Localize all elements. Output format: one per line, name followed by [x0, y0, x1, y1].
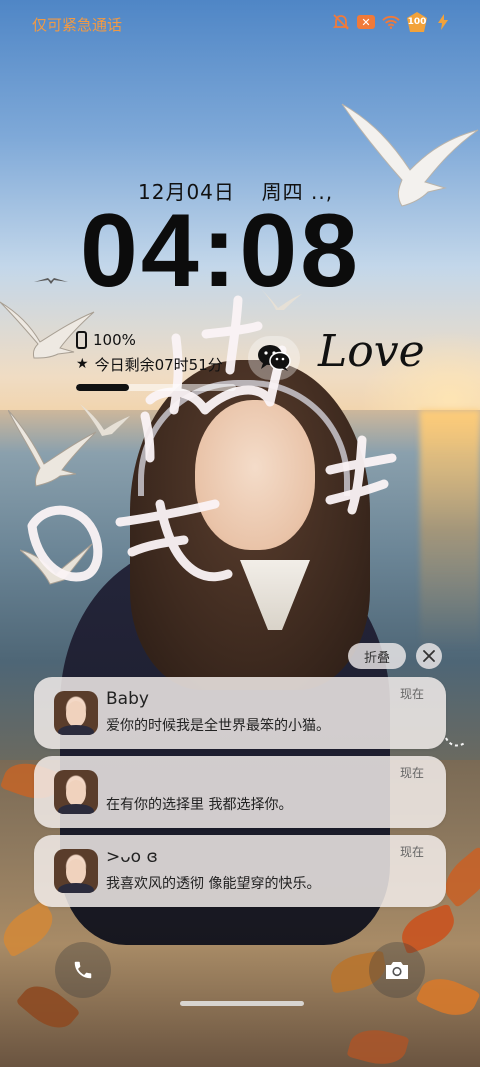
camera-shortcut-button[interactable]: [369, 942, 425, 998]
notification-message: 我喜欢风的透彻 像能望穿的快乐。: [106, 876, 321, 892]
remaining-progress-fill: [76, 384, 129, 391]
phone-icon: [74, 961, 92, 979]
contact-avatar: [54, 849, 98, 893]
battery-icon: 100: [407, 12, 427, 32]
notification-app-badge: [248, 336, 300, 380]
notification-time: 现在: [399, 687, 424, 701]
notification-message: 爱你的时候我是全世界最笨的小猫。: [106, 718, 330, 734]
clear-notifications-button[interactable]: [416, 643, 442, 669]
carrier-status-text: 仅可紧急通话: [32, 16, 123, 34]
notification-card[interactable]: 现在 在有你的选择里 我都选择你。: [34, 756, 446, 828]
star-icon: ★: [76, 356, 89, 372]
notification-time: 现在: [399, 845, 424, 859]
notification-title: Baby: [106, 689, 149, 709]
wechat-icon: [258, 345, 291, 371]
remaining-time-text: 今日剩余07时51分: [94, 355, 223, 374]
contact-avatar: [54, 770, 98, 814]
close-icon: [423, 650, 435, 662]
seagull-graphic: [34, 278, 68, 284]
status-bar: 仅可紧急通话 ✕ 100: [0, 0, 480, 48]
contact-avatar: [54, 691, 98, 735]
wallpaper-love-text: Love: [318, 326, 425, 377]
battery-row: 100%: [76, 328, 256, 352]
swipe-hint-icon: [445, 737, 467, 747]
notification-message: 在有你的选择里 我都选择你。: [106, 797, 293, 813]
seagull-graphic: [341, 103, 479, 207]
phone-shortcut-button[interactable]: [55, 942, 111, 998]
remaining-progress-bar: [76, 384, 236, 391]
lockscreen-clock: 04:08: [80, 193, 361, 309]
notification-card[interactable]: Baby 现在 爱你的时候我是全世界最笨的小猫。: [34, 677, 446, 749]
mute-icon: [332, 13, 350, 31]
phone-device-icon: [76, 331, 87, 349]
notification-card[interactable]: >ᴗo ɞ 现在 我喜欢风的透彻 像能望穿的快乐。: [34, 835, 446, 907]
status-icons: ✕ 100: [332, 12, 452, 32]
no-sim-icon: ✕: [357, 15, 375, 29]
home-indicator[interactable]: [180, 1001, 304, 1006]
camera-icon: [386, 962, 408, 979]
charging-icon: [434, 13, 452, 31]
collapse-notifications-button[interactable]: 折叠: [348, 643, 406, 669]
remaining-row: ★ 今日剩余07时51分: [76, 352, 256, 376]
screen-time-widget[interactable]: 100% ★ 今日剩余07时51分: [76, 328, 256, 391]
phone-battery-text: 100%: [93, 331, 136, 349]
notification-title: >ᴗo ɞ: [106, 847, 158, 867]
wifi-icon: [382, 13, 400, 31]
notification-time: 现在: [399, 766, 424, 780]
